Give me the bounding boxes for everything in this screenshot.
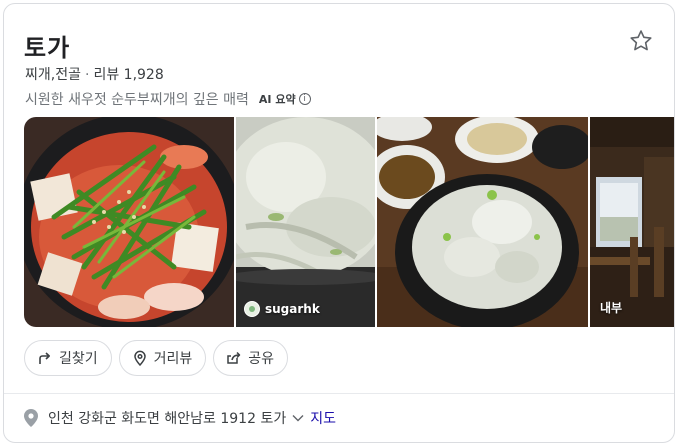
action-chips: 길찾기 거리뷰 공유 (24, 340, 289, 376)
info-icon[interactable]: i (298, 93, 311, 105)
avatar (244, 301, 260, 317)
ai-summary: 시원한 새우젓 순두부찌개의 깊은 매력 AI 요약 i (25, 89, 311, 109)
photo-stew-pan[interactable] (24, 117, 234, 327)
place-meta: 찌개,전골 · 리뷰 1,928 (25, 64, 164, 84)
photo-interior[interactable]: 내부 (590, 117, 674, 327)
separator-dot: · (84, 67, 90, 83)
turn-right-arrow-icon (39, 352, 50, 364)
directions-button[interactable]: 길찾기 (24, 340, 112, 376)
photo-gallery: sugarhk 내부 (24, 117, 674, 327)
summary-text: 시원한 새우젓 순두부찌개의 깊은 매력 (25, 92, 249, 108)
pot-sidedishes-image (377, 117, 588, 327)
map-link[interactable]: 지도 (310, 408, 336, 428)
review-label[interactable]: 리뷰 (93, 67, 119, 83)
location-pin-outline-icon (133, 350, 146, 366)
review-count[interactable]: 1,928 (124, 67, 164, 83)
star-outline-icon[interactable] (628, 28, 654, 54)
broth-image (236, 117, 375, 327)
interior-image (590, 117, 674, 327)
share-button[interactable]: 공유 (213, 340, 289, 376)
ai-badge-label: AI 요약 (258, 93, 296, 106)
share-icon (227, 351, 241, 364)
place-title[interactable]: 토가 (24, 28, 70, 63)
photo-broth[interactable]: sugarhk (236, 117, 375, 327)
credit-username: sugarhk (265, 302, 320, 316)
location-pin-icon (24, 409, 38, 427)
interior-label: 내부 (600, 301, 623, 315)
photo-credit[interactable]: sugarhk (244, 301, 320, 317)
photo-pot-sidedishes[interactable] (377, 117, 588, 327)
address-row: 인천 강화군 화도면 해안남로 1912 토가 지도 (24, 408, 336, 428)
street-view-button[interactable]: 거리뷰 (118, 340, 207, 376)
chevron-down-icon[interactable] (292, 414, 304, 422)
ai-summary-badge[interactable]: AI 요약 i (259, 91, 311, 107)
category-label: 찌개,전골 (25, 67, 81, 83)
place-card: 토가 찌개,전골 · 리뷰 1,928 시원한 새우젓 순두부찌개의 깊은 매력 A… (3, 3, 675, 443)
address-text[interactable]: 인천 강화군 화도면 해안남로 1912 토가 (48, 408, 286, 428)
share-label: 공유 (248, 351, 275, 367)
directions-label: 길찾기 (59, 351, 98, 367)
stew-pan-image (24, 117, 234, 327)
section-divider (4, 393, 674, 394)
street-view-label: 거리뷰 (153, 351, 193, 367)
